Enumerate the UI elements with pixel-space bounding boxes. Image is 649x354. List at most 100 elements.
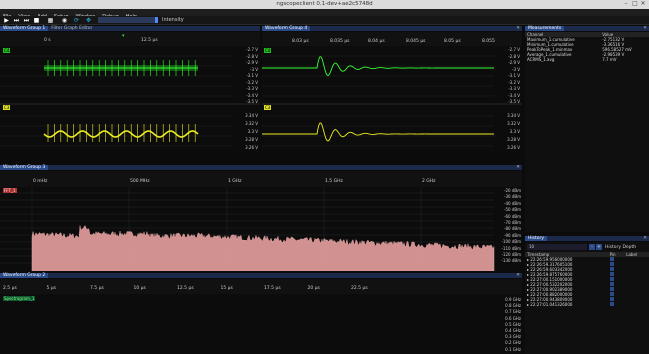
measurement-value: 7.7 mV <box>602 57 617 62</box>
axis-label: -2.9 V <box>508 60 520 65</box>
axis-label: -3.2 V <box>508 79 520 85</box>
history-label[interactable] <box>624 302 649 307</box>
measurements-table: Channel Value Maximum_1.cumulative -2.7513… <box>525 32 649 62</box>
wg4-timeline[interactable]: 8.03 µs 8.035 µs 8.04 µs 8.045 µs 8.05 µ… <box>262 32 522 46</box>
axis-label: 0.1 GHz <box>505 346 521 352</box>
history-depth-label: History Depth <box>605 245 637 250</box>
axis-label: 3.34 V <box>245 113 258 118</box>
wg2-tick: 20 µs <box>307 286 320 291</box>
wg4-tick-3: 8.045 µs <box>406 39 426 44</box>
axis-label: -3.5 V <box>246 99 258 104</box>
history-icon[interactable]: ◉ <box>61 17 68 24</box>
toolbar: ▶ ⏭ ⏭ ■ ▦ ◉ ⟳ ✥ Intensity <box>0 16 649 25</box>
wg4-plot-area[interactable] <box>262 46 522 154</box>
force-trigger-icon[interactable]: ⏭ <box>23 17 30 24</box>
axis-label: -3 V <box>250 66 258 72</box>
close-panel-icon[interactable]: ✕ <box>516 165 520 170</box>
tab-filter-graph-editor[interactable]: Filter Graph Editor <box>48 26 95 31</box>
wg1-timeline[interactable]: 0 s 12.5 µs ▾ <box>0 32 260 46</box>
run-icon[interactable]: ▶ <box>3 17 10 24</box>
axis-label: 3.32 V <box>507 121 520 126</box>
fft-label[interactable]: FFT_1 <box>3 188 17 193</box>
axis-label: 0.6 GHz <box>505 315 521 321</box>
wg4-tick-5: 8.055 <box>482 39 495 44</box>
axis-label: 3.34 V <box>507 113 520 118</box>
trigger-marker-icon[interactable]: ▾ <box>122 33 125 39</box>
axis-label: 0.2 GHz <box>505 340 521 346</box>
wg4-ch2-label[interactable]: C3 <box>264 105 272 110</box>
history-row[interactable]: ▸ 22:27:01.041326000 <box>525 302 649 307</box>
intensity-slider-handle[interactable] <box>155 17 158 23</box>
depth-decrement-button[interactable]: - <box>589 244 595 250</box>
wg4-ch1-label[interactable]: C4 <box>264 48 272 53</box>
axis-label: -110 dBm <box>501 245 521 251</box>
tab-waveform-group-1[interactable]: Waveform Group 1 <box>0 26 49 31</box>
wg3-freq-axis[interactable]: 0 mHz 500 MHz 1 GHz 1.5 GHz 2 GHz <box>0 171 522 187</box>
pin-checkbox[interactable] <box>609 262 614 266</box>
refresh-icon[interactable]: ⟳ <box>73 17 80 24</box>
axis-label: 0.7 GHz <box>505 309 521 315</box>
history-pin[interactable] <box>608 302 625 307</box>
pin-checkbox[interactable] <box>609 277 614 281</box>
history-table: Timestamp Pin Label ▸ 22:26:59.956000000 ▸ … <box>525 252 649 307</box>
close-panel-icon[interactable]: ✕ <box>516 26 520 31</box>
wg2-timeline[interactable]: 2.5 µs 5 µs 7.5 µs 10 µs 12.5 µs 15 µs 17.5 µs… <box>0 279 522 294</box>
wg4-tick-4: 8.05 µs <box>444 39 461 44</box>
intensity-slider[interactable] <box>98 17 158 23</box>
pin-checkbox[interactable] <box>609 287 614 291</box>
axis-label: 3.32 V <box>245 121 258 126</box>
maximize-icon[interactable]: □ <box>632 1 638 7</box>
wg2-tick: 12.5 µs <box>177 286 194 291</box>
window-title: ngscopeclient 0.1-dev+ae2c5748d <box>276 1 373 7</box>
wg2-tick: 10 µs <box>133 286 146 291</box>
pin-checkbox[interactable] <box>609 292 614 296</box>
wg1-plot-area[interactable] <box>0 46 260 154</box>
tab-waveform-group-2[interactable]: Waveform Group 2 <box>0 273 49 278</box>
tab-waveform-group-4[interactable]: Waveform Group 4 <box>262 26 311 31</box>
pin-checkbox[interactable] <box>609 272 614 276</box>
close-measurements-icon[interactable]: ✕ <box>643 26 647 31</box>
close-history-icon[interactable]: ✕ <box>643 236 647 241</box>
axis-label: -3.5 V <box>508 99 520 104</box>
spectrogram-label[interactable]: Spectrogram_1 <box>3 296 36 301</box>
measurement-row[interactable]: ACRMS_1.avg 7.7 mV <box>525 57 649 62</box>
pin-checkbox[interactable] <box>609 282 614 286</box>
pin-checkbox[interactable] <box>609 302 614 306</box>
wg2-tick: 5 µs <box>46 286 57 291</box>
minimize-icon[interactable]: – <box>623 1 629 7</box>
close-window-icon[interactable]: ✕ <box>640 1 646 7</box>
fullscreen-icon[interactable]: ✥ <box>85 17 92 24</box>
history-timestamp: ▸ 22:27:01.041326000 <box>525 302 608 307</box>
wg2-tick: 7.5 µs <box>90 286 104 291</box>
wg2-tick: 15 µs <box>220 286 233 291</box>
zoom-fit-icon[interactable]: ▦ <box>47 17 54 24</box>
axis-label: -90 dBm <box>504 232 521 238</box>
axis-label: -120 dBm <box>501 252 521 257</box>
wg4-tick-0: 8.03 µs <box>292 39 309 44</box>
pin-checkbox[interactable] <box>609 257 614 261</box>
axis-label: -100 dBm <box>501 239 521 245</box>
wg1-ch1-label[interactable]: C4 <box>3 48 11 53</box>
depth-increment-button[interactable]: + <box>596 244 602 250</box>
tab-waveform-group-3[interactable]: Waveform Group 3 <box>0 165 49 170</box>
history-header: History ✕ <box>525 236 649 241</box>
wg3-plot-area[interactable] <box>0 187 522 271</box>
history-depth-input[interactable]: 10 <box>527 244 587 250</box>
single-trigger-icon[interactable]: ⏭ <box>13 17 20 24</box>
axis-label: -3.2 V <box>246 79 258 85</box>
wg1-ch2-label[interactable]: C3 <box>3 105 11 110</box>
stop-icon[interactable]: ■ <box>33 17 40 24</box>
axis-label: -3.3 V <box>508 86 520 91</box>
wg2-plot-area[interactable] <box>0 294 522 354</box>
wg3-tick-0: 0 mHz <box>33 179 48 184</box>
pin-checkbox[interactable] <box>609 267 614 271</box>
wg2-tick: 22.5 µs <box>351 286 368 291</box>
axis-label: 0.5 GHz <box>505 321 521 327</box>
axis-label: -3.1 V <box>246 73 258 78</box>
pin-checkbox[interactable] <box>609 297 614 301</box>
close-panel-icon[interactable]: ✕ <box>516 273 520 278</box>
tab-measurements[interactable]: Measurements <box>525 26 565 31</box>
history-panel: 10 - + History Depth Timestamp Pin Label ▸… <box>525 242 649 354</box>
axis-label: -3.4 V <box>246 92 258 98</box>
tab-history[interactable]: History <box>525 236 548 241</box>
